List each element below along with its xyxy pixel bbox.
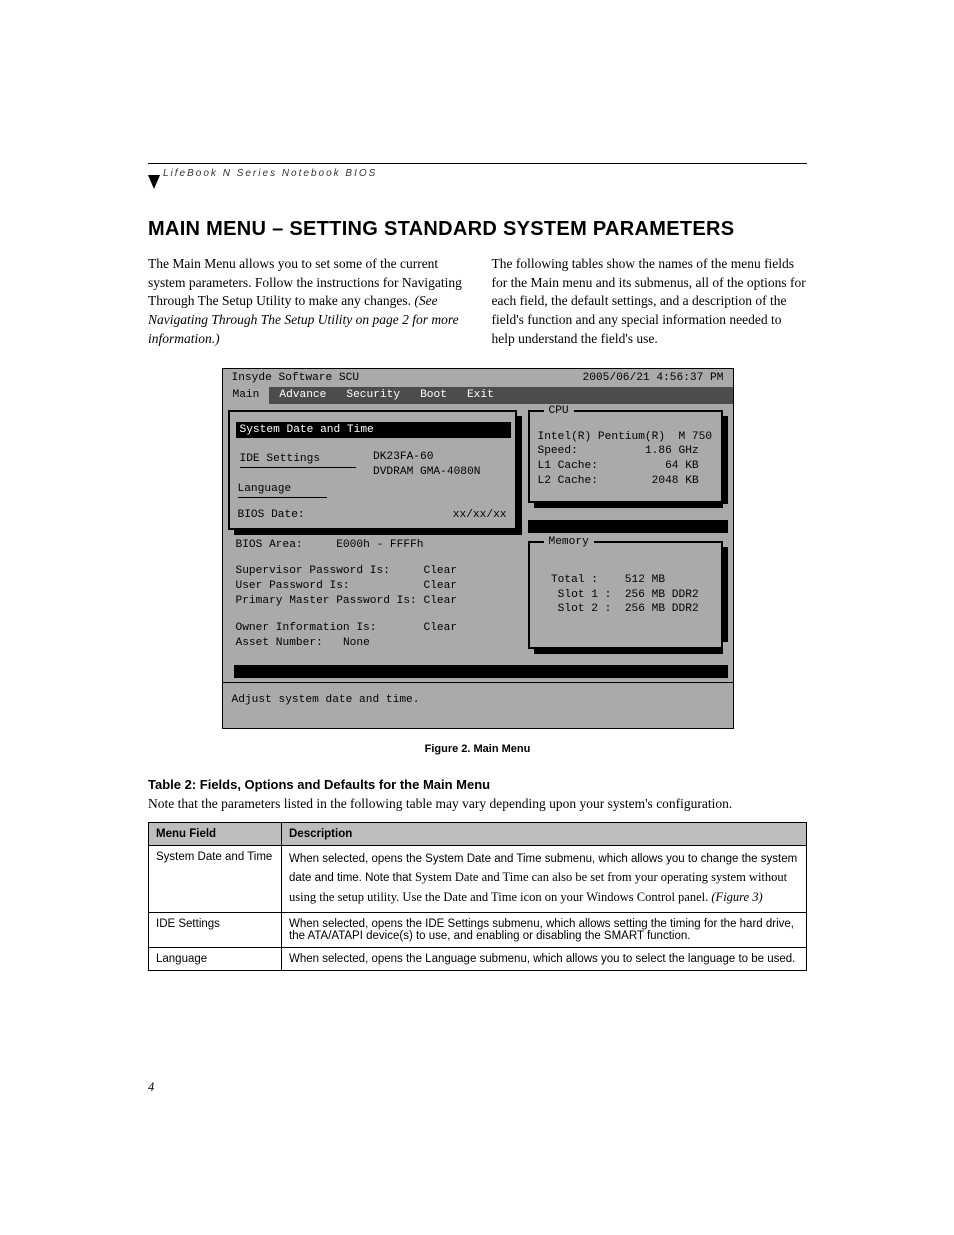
owner-info-label: Owner Information Is: (236, 622, 377, 634)
fields-table: Menu Field Description System Date and T… (148, 822, 807, 971)
bios-area-value: E000h - FFFFh (336, 539, 423, 551)
asset-number-label: Asset Number: (236, 637, 323, 649)
supervisor-pw-label: Supervisor Password Is: (236, 565, 390, 577)
cell-field: Language (149, 947, 282, 970)
cpu-speed-label: Speed: (538, 445, 578, 457)
owner-info-value: Clear (424, 622, 458, 634)
cpu-l2-label: L2 Cache: (538, 475, 598, 487)
bios-screenshot: Insyde Software SCU 2005/06/21 4:56:37 P… (222, 368, 734, 729)
supervisor-pw-value: Clear (424, 565, 458, 577)
cpu-l1-value: 64 KB (665, 460, 699, 472)
table-row: Language When selected, opens the Langua… (149, 947, 807, 970)
memory-slot2-value: 256 MB DDR2 (625, 603, 699, 615)
intro-left-column: The Main Menu allows you to set some of … (148, 255, 464, 348)
bios-date-label: BIOS Date: (238, 509, 305, 521)
cpu-l2-value: 2048 KB (652, 475, 699, 487)
user-pw-value: Clear (424, 580, 458, 592)
bios-date-value: xx/xx/xx (453, 508, 507, 523)
bios-menubar: Main Advance Security Boot Exit (223, 387, 733, 404)
user-pw-label: User Password Is: (236, 580, 350, 592)
cpu-l1-label: L1 Cache: (538, 460, 598, 472)
bios-tab-advance: Advance (269, 387, 336, 404)
bios-tab-boot: Boot (410, 387, 457, 404)
primary-master-pw-value: Clear (424, 595, 458, 607)
th-menu-field: Menu Field (149, 823, 282, 846)
intro-right-p1: The following tables show the names of t… (492, 256, 806, 346)
asset-number-value: None (343, 637, 370, 649)
memory-slot1-value: 256 MB DDR2 (625, 589, 699, 601)
cpu-speed-value: 1.86 GHz (645, 445, 699, 457)
table-note: Note that the parameters listed in the f… (148, 796, 807, 812)
intro-right-column: The following tables show the names of t… (492, 255, 808, 348)
bios-item-language: Language (238, 482, 328, 498)
header-arrow-icon (148, 175, 160, 189)
primary-master-pw-label: Primary Master Password Is: (236, 595, 417, 607)
cell-field: IDE Settings (149, 912, 282, 947)
table-title: Table 2: Fields, Options and Defaults fo… (148, 777, 807, 792)
memory-box-label: Memory (544, 535, 594, 550)
bios-cpu-box: CPU Intel(R) Pentium(R) M 750 Speed: 1.8… (528, 410, 723, 503)
memory-slot1-label: Slot 1 : (558, 589, 612, 601)
bios-item-datetime: System Date and Time (236, 422, 511, 439)
cell-description: When selected, opens the Language submen… (282, 947, 807, 970)
bios-datetime: 2005/06/21 4:56:37 PM (583, 371, 724, 386)
bios-item-ide: IDE Settings (240, 452, 357, 468)
th-description: Description (282, 823, 807, 846)
memory-total-label: Total : (551, 574, 598, 586)
cell-description: When selected, opens the IDE Settings su… (282, 912, 807, 947)
cell-description: When selected, opens the System Date and… (282, 846, 807, 913)
figure-caption: Figure 2. Main Menu (148, 743, 807, 755)
bios-memory-box: Memory Total : 512 MB Slot 1 : 256 MB DD… (528, 541, 723, 649)
bios-help-bar: Adjust system date and time. (223, 682, 733, 728)
bios-ide-dev1: DK23FA-60 (373, 450, 505, 465)
memory-slot2-label: Slot 2 : (558, 603, 612, 615)
cpu-model: Intel(R) Pentium(R) M 750 (538, 430, 713, 445)
bios-tab-exit: Exit (457, 387, 504, 404)
page-title: MAIN MENU – SETTING STANDARD SYSTEM PARA… (148, 218, 807, 241)
table-row: System Date and Time When selected, open… (149, 846, 807, 913)
bios-left-panel: System Date and Time IDE Settings DK23FA… (228, 410, 517, 530)
cell-field: System Date and Time (149, 846, 282, 913)
memory-total-value: 512 MB (625, 574, 665, 586)
bios-tab-security: Security (336, 387, 410, 404)
bios-ide-dev2: DVDRAM GMA-4080N (373, 465, 505, 480)
bios-left-lower: BIOS Area: E000h - FFFFh Supervisor Pass… (228, 535, 522, 661)
bios-title: Insyde Software SCU (232, 371, 360, 386)
running-head: LifeBook N Series Notebook BIOS (163, 168, 377, 179)
bios-tab-main: Main (223, 387, 270, 404)
cpu-box-label: CPU (544, 404, 574, 419)
table-row: IDE Settings When selected, opens the ID… (149, 912, 807, 947)
page-number: 4 (148, 1080, 154, 1095)
bios-area-label: BIOS Area: (236, 539, 303, 551)
